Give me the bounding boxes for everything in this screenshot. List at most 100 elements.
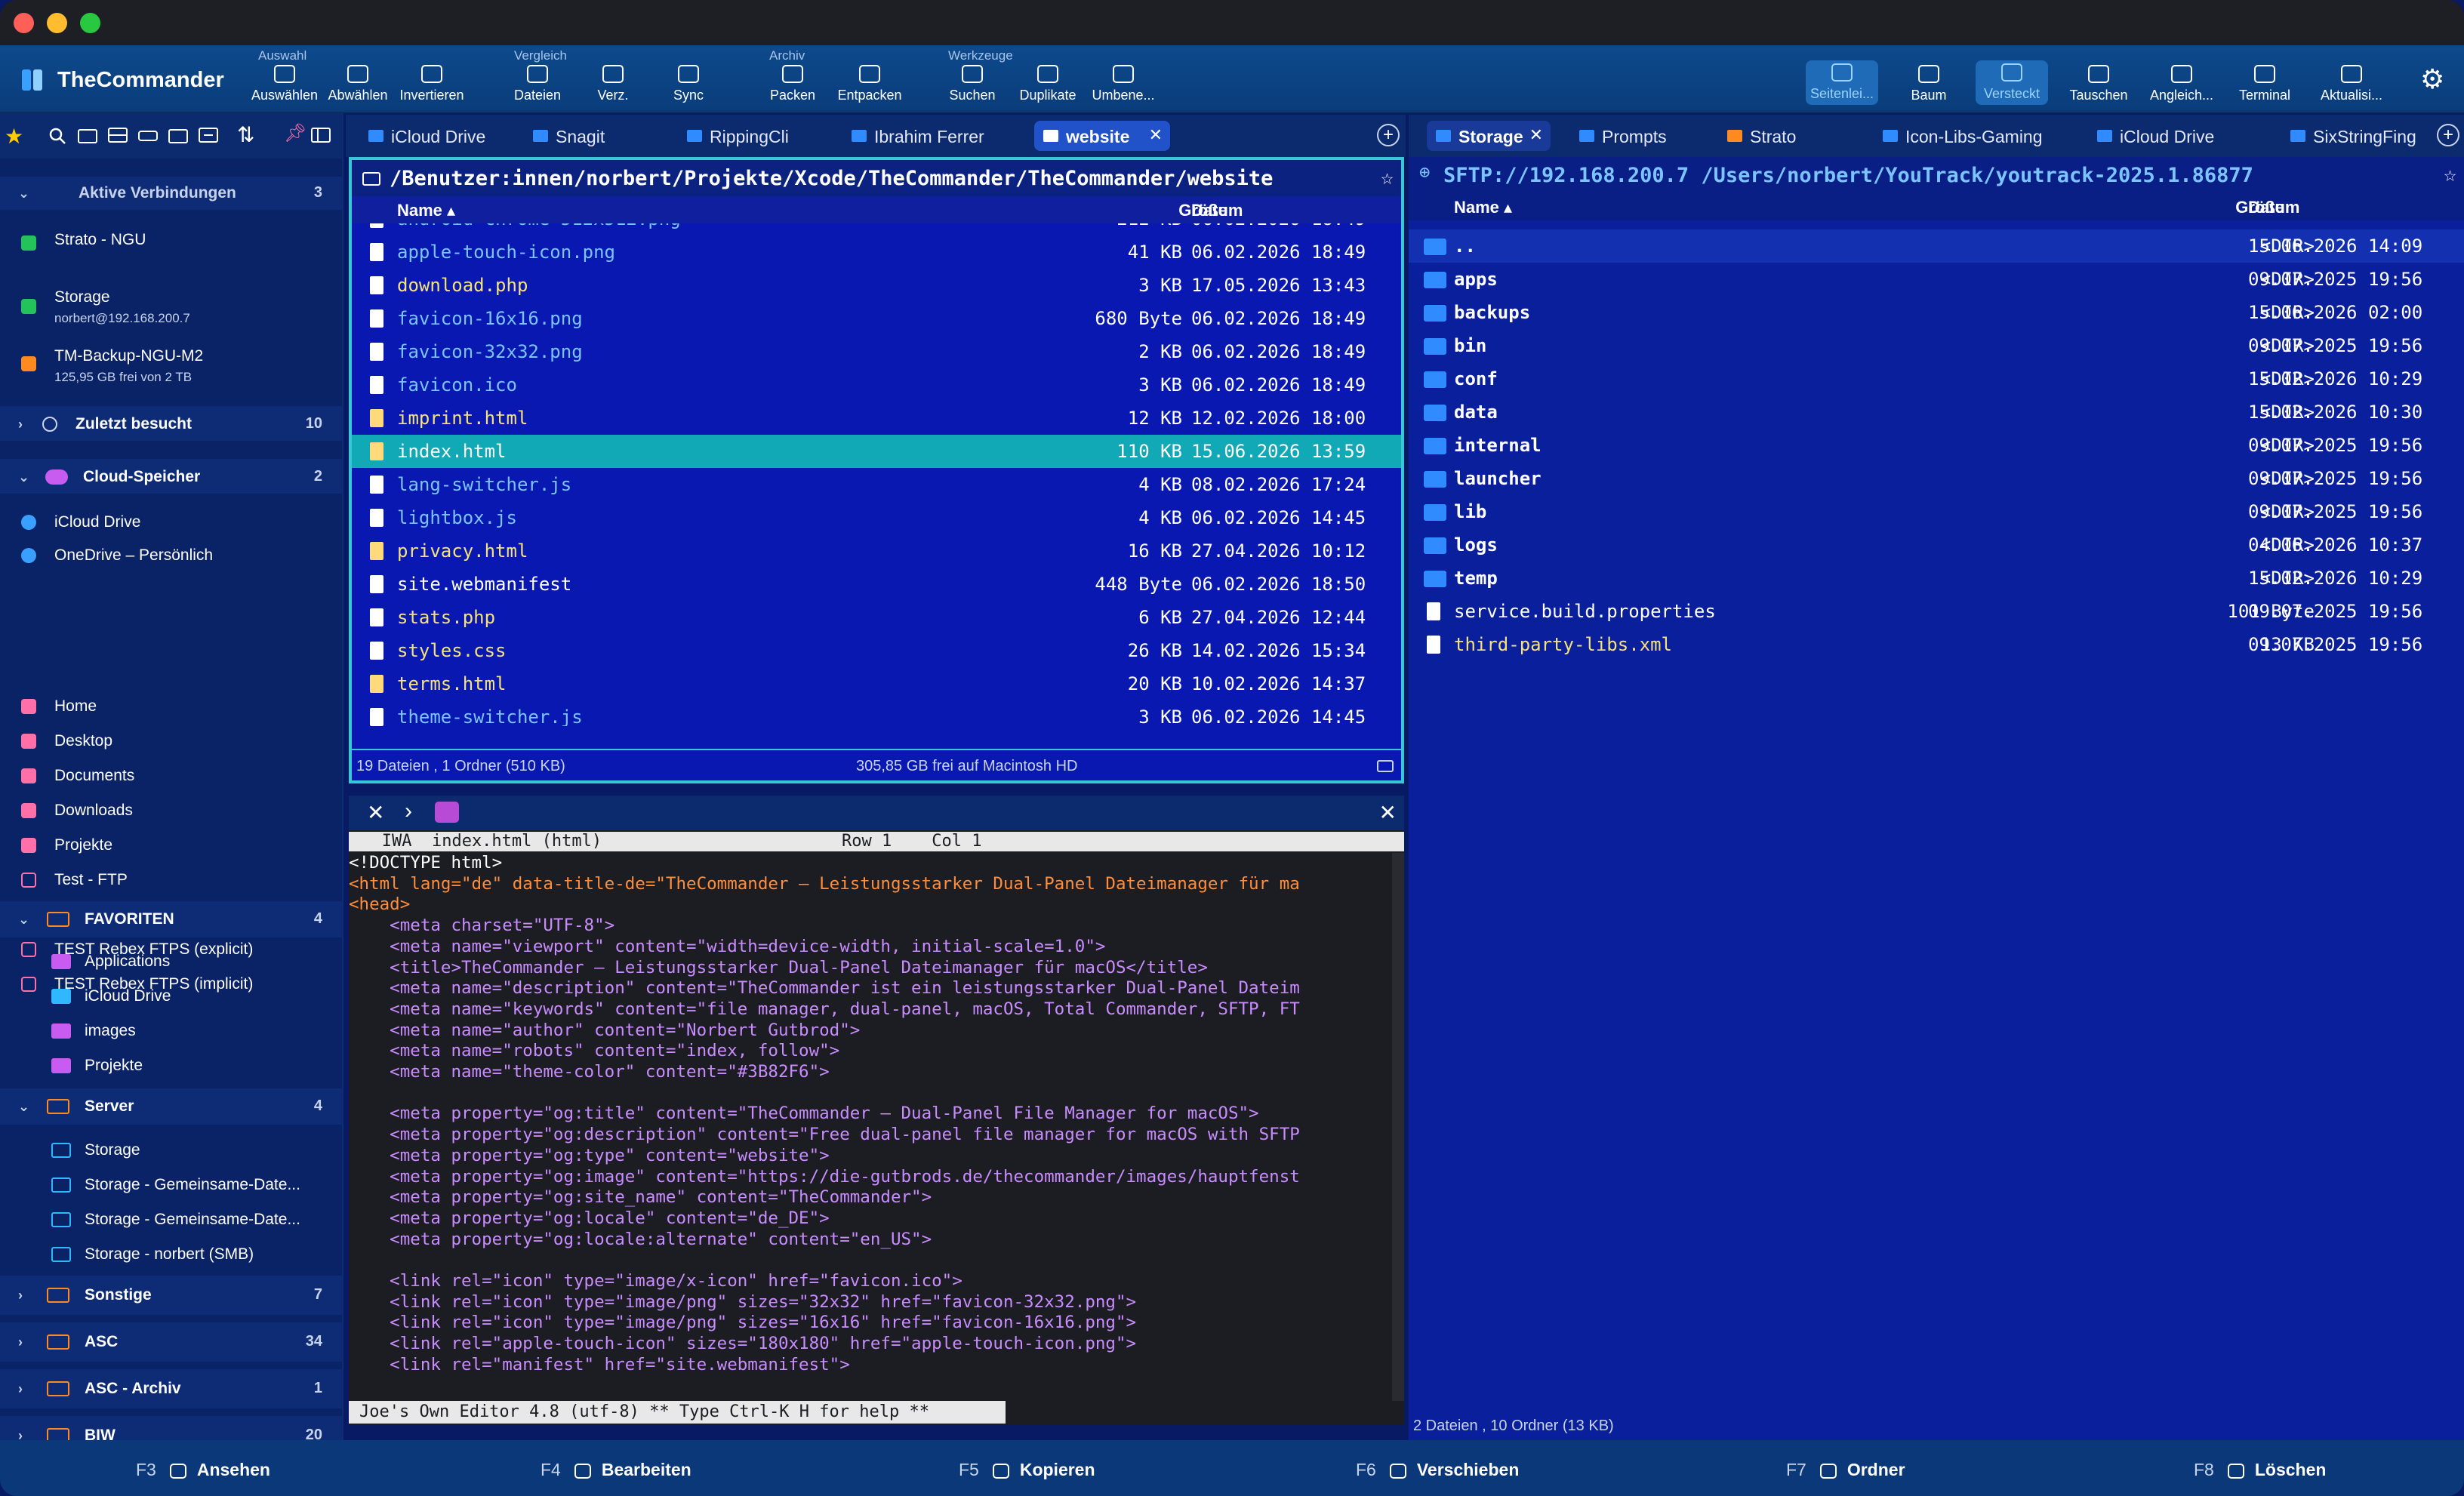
fkey-button-f4[interactable]: F4 Bearbeiten xyxy=(541,1460,691,1480)
section-server[interactable]: ⌄ Server 4 xyxy=(0,1088,343,1125)
zoom-window-button[interactable] xyxy=(80,13,100,33)
settings-gear-icon[interactable]: ⚙ xyxy=(2420,63,2444,95)
terminal-icon[interactable] xyxy=(435,802,459,823)
file-row[interactable]: terms.html 20 KB 10.02.2026 14:37 xyxy=(352,667,1401,700)
folder-row[interactable]: lib <DIR> 09.07.2025 19:56 xyxy=(1409,495,2464,528)
sidebar-item-place[interactable]: Test - FTP xyxy=(0,871,343,901)
folder-row[interactable]: .. <DIR> 15.06.2026 14:09 xyxy=(1409,229,2464,263)
editor-scrollbar[interactable] xyxy=(1392,853,1404,1401)
file-row[interactable]: third-party-libs.xml 13 KB 09.07.2025 19:5… xyxy=(1409,628,2464,661)
toolbar-button-deselect[interactable]: Abwählen xyxy=(320,65,396,103)
toolbar-button-duplicates[interactable]: Duplikate xyxy=(1010,65,1086,103)
file-row[interactable]: favicon-16x16.png 680 Byte 06.02.2026 18:4… xyxy=(352,302,1401,335)
chevron-right-icon[interactable]: › xyxy=(405,799,412,824)
file-row[interactable]: lightbox.js 4 KB 06.02.2026 14:45 xyxy=(352,501,1401,534)
remove-icon[interactable] xyxy=(199,127,218,143)
folder-row[interactable]: conf <DIR> 15.02.2026 10:29 xyxy=(1409,362,2464,396)
section-favorites[interactable]: ⌄ FAVORITEN 4 xyxy=(0,901,343,937)
file-row[interactable]: service.build.properties 101 Byte 09.07.20… xyxy=(1409,595,2464,628)
left-tab[interactable]: website ✕ xyxy=(1034,121,1170,151)
folder-row[interactable]: bin <DIR> 09.07.2025 19:56 xyxy=(1409,329,2464,362)
add-tab-icon[interactable]: + xyxy=(1377,124,1400,146)
folder-row[interactable]: data <DIR> 15.02.2026 10:30 xyxy=(1409,396,2464,429)
section-recent[interactable]: › Zuletzt besucht 10 xyxy=(0,406,343,441)
sidebar-item-server[interactable]: Storage - Gemeinsame-Date... xyxy=(0,1176,343,1206)
fkey-button-f6[interactable]: F6 Verschieben xyxy=(1356,1460,1519,1480)
sidebar-item-place[interactable]: Desktop xyxy=(0,732,343,762)
section-asc-archiv[interactable]: › ASC - Archiv 1 xyxy=(0,1369,343,1408)
right-tab[interactable]: Prompts xyxy=(1570,121,1699,151)
toolbar-button-compare-folders[interactable]: Verz. xyxy=(575,65,651,103)
file-row[interactable]: index.html 110 KB 15.06.2026 13:59 xyxy=(352,435,1401,468)
file-row[interactable]: favicon-32x32.png 2 KB 06.02.2026 18:49 xyxy=(352,335,1401,368)
star-icon[interactable]: ★ xyxy=(5,124,23,149)
folder-row[interactable]: logs <DIR> 04.06.2026 10:37 xyxy=(1409,528,2464,562)
toolbar-button-tree[interactable]: Baum xyxy=(1893,65,1965,103)
server-icon[interactable] xyxy=(108,127,128,143)
toolbar-button-terminal[interactable]: Terminal xyxy=(2228,65,2301,103)
toolbar-button-sync[interactable]: Sync xyxy=(651,65,726,103)
new-folder-icon[interactable] xyxy=(78,127,97,143)
minimize-window-button[interactable] xyxy=(47,13,67,33)
bookmark-star-icon[interactable]: ☆ xyxy=(2444,162,2456,186)
sidebar-item-onedrive[interactable]: OneDrive – Persönlich xyxy=(0,546,343,577)
text-editor[interactable]: IWA index.html (html) Row 1 Col 1 <!DOCT… xyxy=(349,830,1404,1425)
folder-row[interactable]: temp <DIR> 15.02.2026 10:29 xyxy=(1409,562,2464,595)
column-name[interactable]: Name ▴ xyxy=(1454,198,1512,217)
sidebar-item-favorite[interactable]: images xyxy=(0,1022,343,1052)
close-pane-icon[interactable]: ✕ xyxy=(1379,800,1397,825)
column-name[interactable]: Name ▴ xyxy=(397,201,455,220)
sidebar-item-favorite[interactable]: Projekte xyxy=(0,1057,343,1087)
right-tab[interactable]: iCloud Drive xyxy=(2088,121,2239,151)
sidebar-item-server[interactable]: Storage - Gemeinsame-Date... xyxy=(0,1211,343,1241)
fkey-button-f3[interactable]: F3 Ansehen xyxy=(136,1460,270,1480)
sidebar-toggle-icon[interactable] xyxy=(311,127,331,143)
section-sonstige[interactable]: › Sonstige 7 xyxy=(0,1276,343,1315)
file-row[interactable]: lang-switcher.js 4 KB 08.02.2026 17:24 xyxy=(352,468,1401,501)
drive-icon[interactable] xyxy=(138,127,158,143)
sidebar-item-favorite[interactable]: Applications xyxy=(0,953,343,983)
sidebar-item-server[interactable]: Storage xyxy=(0,1141,343,1171)
pin-icon[interactable]: 📌︎ xyxy=(284,122,306,144)
folder-link-icon[interactable] xyxy=(168,127,188,143)
file-row[interactable]: favicon.ico 3 KB 06.02.2026 18:49 xyxy=(352,368,1401,402)
section-cloud[interactable]: ⌄ Cloud-Speicher 2 xyxy=(0,459,343,494)
toolbar-button-select[interactable]: Auswählen xyxy=(247,65,322,103)
sidebar-item-favorite[interactable]: iCloud Drive xyxy=(0,987,343,1017)
sidebar-item-icloud[interactable]: iCloud Drive xyxy=(0,513,343,543)
toolbar-button-rename[interactable]: Umbene... xyxy=(1086,65,1161,103)
fkey-button-f7[interactable]: F7 Ordner xyxy=(1786,1460,1905,1480)
folder-row[interactable]: backups <DIR> 15.06.2026 02:00 xyxy=(1409,296,2464,329)
sidebar-item-place[interactable]: Home xyxy=(0,697,343,728)
sidebar-item-strato[interactable]: Strato - NGU xyxy=(0,231,343,284)
sidebar-item-storage[interactable]: Storage norbert@192.168.200.7 xyxy=(0,288,343,341)
sidebar-item-place[interactable]: Documents xyxy=(0,767,343,797)
column-date[interactable]: Datum xyxy=(1191,201,1243,220)
file-row[interactable]: site.webmanifest 448 Byte 06.02.2026 18:50 xyxy=(352,568,1401,601)
add-tab-icon[interactable]: + xyxy=(2437,124,2459,146)
left-tab[interactable]: Snagit xyxy=(524,121,667,151)
sidebar-item-server[interactable]: Storage - norbert (SMB) xyxy=(0,1245,343,1276)
file-row[interactable]: stats.php 6 KB 27.04.2026 12:44 xyxy=(352,601,1401,634)
toolbar-button-refresh[interactable]: Aktualisi... xyxy=(2315,65,2388,103)
file-row[interactable]: download.php 3 KB 17.05.2026 13:43 xyxy=(352,269,1401,302)
fkey-button-f5[interactable]: F5 Kopieren xyxy=(959,1460,1095,1480)
section-asc[interactable]: › ASC 34 xyxy=(0,1322,343,1362)
folder-row[interactable]: internal <DIR> 09.07.2025 19:56 xyxy=(1409,429,2464,462)
toolbar-button-eye[interactable]: Versteckt xyxy=(1976,60,2048,105)
sidebar-item-tm-backup[interactable]: TM-Backup-NGU-M2 125,95 GB frei von 2 TB xyxy=(0,347,343,400)
folder-row[interactable]: apps <DIR> 09.07.2025 19:56 xyxy=(1409,263,2464,296)
left-tab[interactable]: RippingCli xyxy=(678,121,829,151)
toolbar-button-sidebar[interactable]: Seitenlei... xyxy=(1806,60,1878,105)
right-tab[interactable]: SixStringFing xyxy=(2281,121,2432,151)
toolbar-button-pack[interactable]: Packen xyxy=(755,65,830,103)
section-biw[interactable]: › BIW 20 xyxy=(0,1416,343,1444)
fkey-button-f8[interactable]: F8 Löschen xyxy=(2194,1460,2326,1480)
section-active-connections[interactable]: ⌄ Aktive Verbindungen 3 xyxy=(0,177,343,210)
close-editor-icon[interactable]: ✕ xyxy=(367,800,384,825)
toolbar-button-compare-files[interactable]: Dateien xyxy=(500,65,575,103)
toolbar-button-align[interactable]: Angleich... xyxy=(2145,65,2218,103)
sidebar-item-place[interactable]: Downloads xyxy=(0,802,343,832)
right-tab[interactable]: Strato xyxy=(1718,121,1839,151)
close-tab-icon[interactable]: ✕ xyxy=(1529,125,1543,145)
